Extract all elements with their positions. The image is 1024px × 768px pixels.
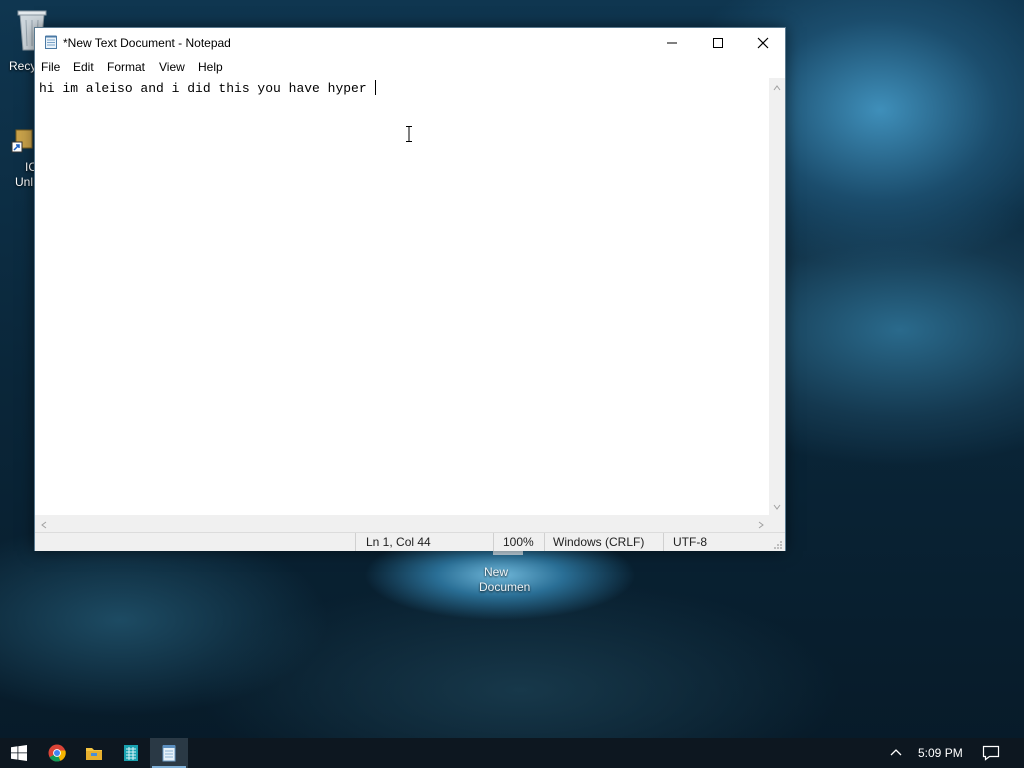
status-bar: Ln 1, Col 44 100% Windows (CRLF) UTF-8 bbox=[35, 532, 785, 551]
desktop-icon-label: Recy bbox=[9, 59, 37, 73]
desktop-icon-label-line2: Unl bbox=[15, 175, 34, 189]
file-explorer-icon bbox=[86, 748, 102, 760]
vertical-scrollbar[interactable] bbox=[769, 78, 785, 515]
menu-view[interactable]: View bbox=[159, 60, 185, 74]
scrollbar-corner bbox=[769, 515, 785, 532]
horizontal-scrollbar[interactable] bbox=[35, 515, 771, 532]
show-hidden-icons-button[interactable] bbox=[889, 746, 905, 760]
spreadsheet-icon bbox=[124, 745, 138, 761]
maximize-icon bbox=[713, 37, 723, 48]
menu-file[interactable]: File bbox=[41, 60, 60, 74]
scroll-up-icon[interactable] bbox=[772, 82, 782, 92]
menu-format[interactable]: Format bbox=[107, 60, 145, 74]
menu-edit[interactable]: Edit bbox=[73, 60, 94, 74]
notification-icon bbox=[982, 745, 1000, 761]
title-bar[interactable]: *New Text Document - Notepad bbox=[35, 28, 785, 57]
taskbar-chrome-button[interactable] bbox=[38, 738, 76, 768]
status-divider bbox=[544, 533, 545, 551]
status-line-ending: Windows (CRLF) bbox=[553, 535, 645, 549]
shortcut-icon bbox=[10, 128, 34, 156]
desktop-icon-label-line1: New bbox=[484, 565, 509, 579]
action-center-button[interactable] bbox=[982, 745, 1000, 761]
desktop-icon-label-line2: Documen bbox=[479, 580, 531, 594]
menu-help[interactable]: Help bbox=[198, 60, 223, 74]
status-zoom: 100% bbox=[503, 535, 534, 549]
menu-bar: File Edit Format View Help bbox=[35, 57, 785, 77]
chrome-icon bbox=[48, 744, 66, 762]
status-divider bbox=[493, 533, 494, 551]
scroll-right-icon[interactable] bbox=[756, 519, 766, 533]
start-button[interactable] bbox=[0, 738, 38, 768]
status-encoding: UTF-8 bbox=[673, 535, 707, 549]
minimize-icon bbox=[667, 42, 677, 43]
close-icon bbox=[757, 37, 769, 48]
scroll-down-icon[interactable] bbox=[772, 501, 782, 511]
editor-content: hi im aleiso and i did this you have hyp… bbox=[39, 81, 375, 96]
taskbar-spreadsheet-button[interactable] bbox=[112, 738, 150, 768]
status-divider bbox=[355, 533, 356, 551]
ibeam-cursor-icon bbox=[405, 126, 413, 142]
notepad-app-icon bbox=[44, 35, 58, 49]
text-editor[interactable]: hi im aleiso and i did this you have hyp… bbox=[35, 78, 771, 515]
notepad-window[interactable]: *New Text Document - Notepad File Edit F… bbox=[34, 27, 786, 551]
text-caret bbox=[375, 80, 377, 95]
editor-content-line: hi im aleiso and i did this you have hyp… bbox=[39, 80, 377, 96]
notepad-icon bbox=[162, 745, 176, 762]
close-button[interactable] bbox=[740, 28, 786, 57]
window-title: *New Text Document - Notepad bbox=[63, 36, 231, 50]
taskbar: 5:09 PM bbox=[0, 738, 1024, 768]
resize-grip-icon[interactable] bbox=[773, 539, 783, 549]
maximize-button[interactable] bbox=[695, 28, 741, 57]
taskbar-notepad-button[interactable] bbox=[150, 738, 188, 768]
scroll-left-icon[interactable] bbox=[39, 519, 49, 533]
status-divider bbox=[663, 533, 664, 551]
chevron-up-icon bbox=[890, 749, 902, 756]
taskbar-explorer-button[interactable] bbox=[75, 738, 113, 768]
taskbar-clock[interactable]: 5:09 PM bbox=[918, 746, 963, 760]
minimize-button[interactable] bbox=[649, 28, 695, 57]
windows-start-icon bbox=[11, 745, 27, 761]
status-position: Ln 1, Col 44 bbox=[366, 535, 431, 549]
